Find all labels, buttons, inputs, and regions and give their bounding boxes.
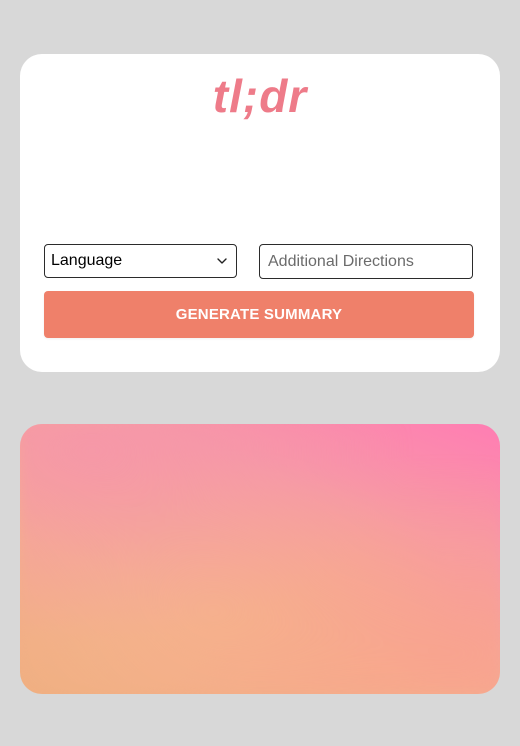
language-select[interactable]: Language: [44, 244, 237, 278]
summary-card: tl;dr Language GENERATE SUMMARY: [20, 54, 500, 372]
summary-output-panel: [20, 424, 500, 694]
app-logo: tl;dr: [212, 70, 308, 122]
additional-directions-input[interactable]: [259, 244, 473, 279]
chevron-down-icon: [216, 255, 228, 267]
language-select-value: Language: [51, 252, 123, 269]
generate-summary-button[interactable]: GENERATE SUMMARY: [44, 291, 474, 338]
